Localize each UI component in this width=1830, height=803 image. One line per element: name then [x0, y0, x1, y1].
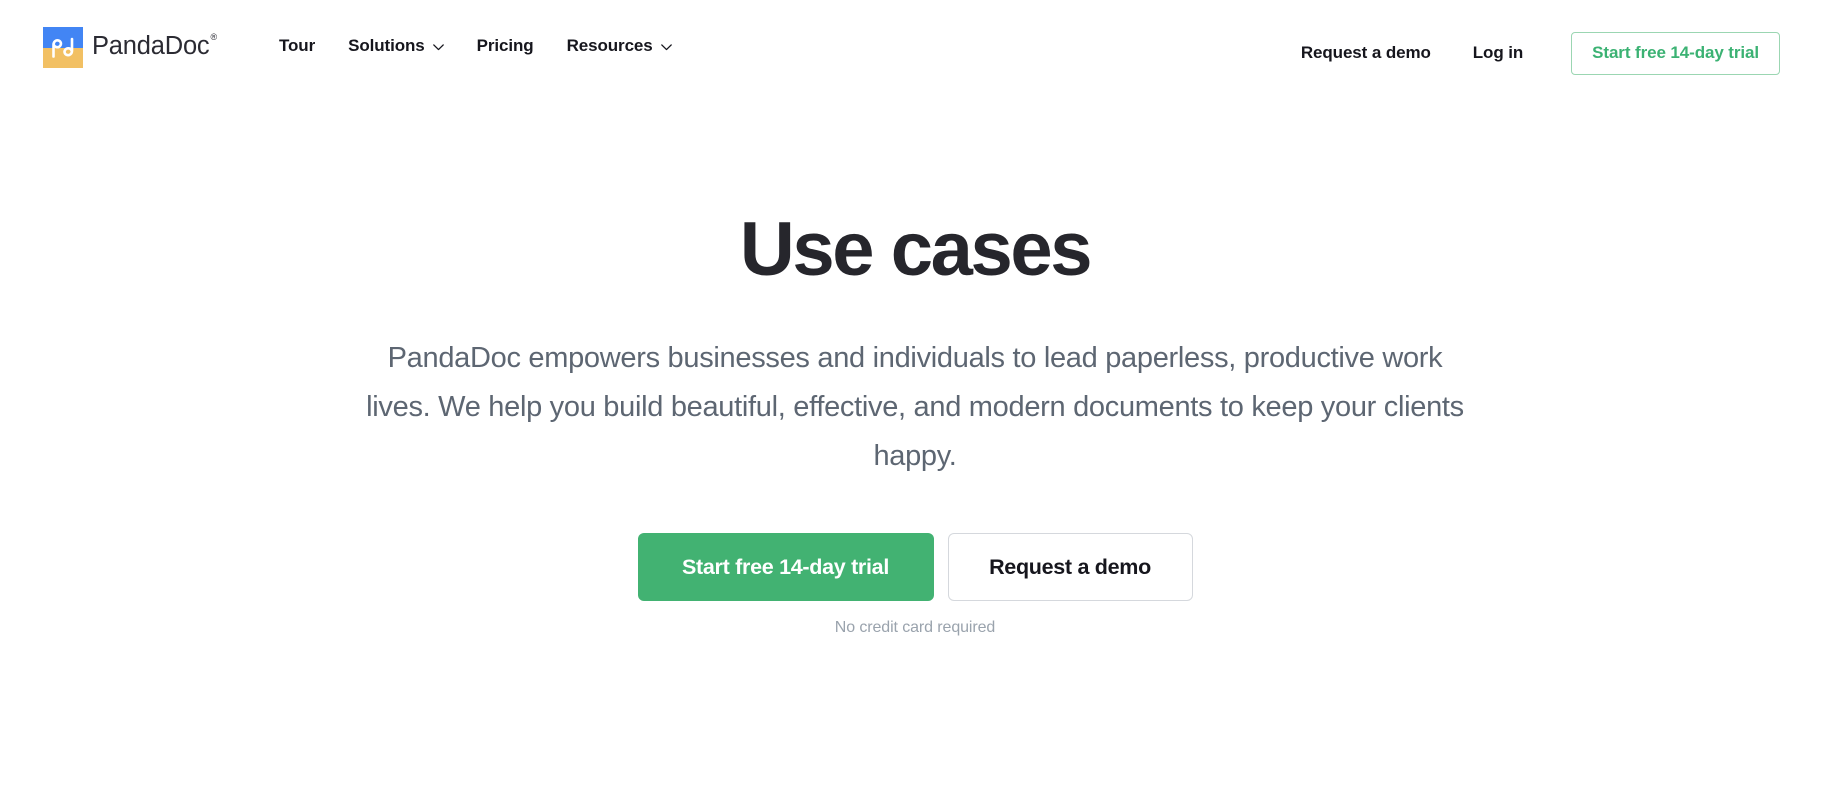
- primary-navigation: Tour Solutions Pricing Resources: [279, 33, 672, 59]
- logo-wordmark: PandaDoc®: [92, 31, 217, 61]
- nav-item-pricing[interactable]: Pricing: [477, 33, 534, 59]
- header-actions: Request a demo Log in Start free 14-day …: [1301, 25, 1780, 81]
- nav-item-label: Resources: [566, 36, 653, 55]
- hero-cta-group: Start free 14-day trial Request a demo: [0, 533, 1830, 601]
- logo-trademark-symbol: ®: [210, 31, 217, 42]
- nav-item-label: Pricing: [476, 36, 534, 55]
- logo-pd-monogram: [52, 37, 74, 58]
- hero-subtitle: PandaDoc empowers businesses and individ…: [366, 342, 1464, 472]
- chevron-down-icon: [432, 43, 444, 51]
- nav-item-tour[interactable]: Tour: [279, 33, 315, 59]
- header-request-demo-link[interactable]: Request a demo: [1301, 43, 1431, 63]
- logo-home-link[interactable]: PandaDoc®: [43, 26, 217, 68]
- hero-section: Use cases PandaDoc empowers businesses a…: [0, 110, 1830, 637]
- site-header: PandaDoc® Tour Solutions Pricing Resourc…: [0, 0, 1830, 110]
- hero-request-demo-button[interactable]: Request a demo: [947, 533, 1193, 601]
- hero-no-credit-card-note: No credit card required: [834, 619, 996, 636]
- chevron-down-icon: [660, 43, 672, 51]
- nav-item-resources[interactable]: Resources: [567, 33, 672, 59]
- pandadoc-logo-icon: [43, 26, 83, 68]
- page-title: Use cases: [739, 207, 1093, 292]
- logo-wordmark-text: PandaDoc: [92, 32, 210, 61]
- nav-item-label: Solutions: [348, 36, 425, 55]
- nav-item-solutions[interactable]: Solutions: [348, 33, 444, 59]
- page-root: PandaDoc® Tour Solutions Pricing Resourc…: [0, 0, 1830, 803]
- hero-start-trial-button[interactable]: Start free 14-day trial: [637, 533, 934, 601]
- nav-item-label: Tour: [279, 36, 316, 55]
- header-login-link[interactable]: Log in: [1473, 43, 1523, 63]
- header-start-trial-button[interactable]: Start free 14-day trial: [1571, 31, 1780, 75]
